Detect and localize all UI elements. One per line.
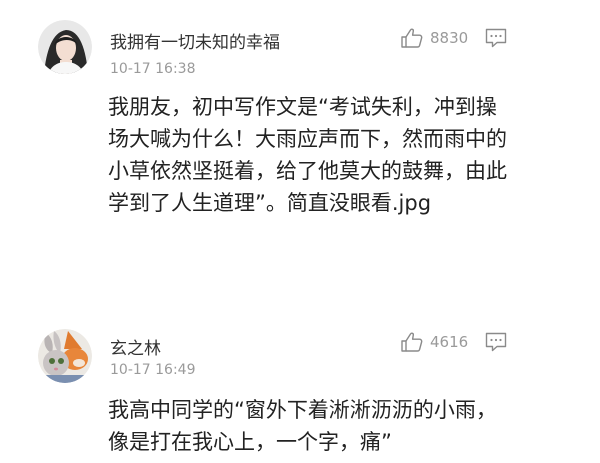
like-count: 4616 [430, 333, 469, 351]
thumbs-up-icon [401, 332, 423, 352]
avatar[interactable] [38, 20, 92, 74]
comment-text: 我高中同学的“窗外下着淅淅沥沥的小雨，像是打在我心上，一个字，痛” [108, 398, 497, 454]
username[interactable]: 玄之林 [110, 334, 161, 359]
like-button[interactable]: 8830 [400, 27, 468, 49]
comment-bubble-icon[interactable] [485, 28, 507, 48]
comment-item: 我拥有一切未知的幸福 10-17 16:38 8830 我朋友，初中写作文是“考… [0, 0, 600, 300]
comment-item: 玄之林 10-17 16:49 4616 我高中同学的“窗外下着淅淅沥沥的小雨，… [0, 318, 600, 463]
avatar[interactable] [38, 329, 92, 383]
fox-rabbit-avatar-icon [38, 329, 92, 383]
girl-portrait-avatar-icon [38, 20, 92, 74]
like-button[interactable]: 4616 [400, 331, 468, 353]
username[interactable]: 我拥有一切未知的幸福 [110, 28, 280, 53]
comment-bubble-icon[interactable] [485, 332, 507, 352]
like-count: 8830 [430, 29, 469, 47]
comment-text: 我朋友，初中写作文是“考试失利，冲到操场大喊为什么！大雨应声而下，然而雨中的小草… [108, 95, 507, 215]
timestamp: 10-17 16:49 [110, 362, 196, 378]
timestamp: 10-17 16:38 [110, 61, 196, 77]
thumbs-up-icon [401, 28, 423, 48]
